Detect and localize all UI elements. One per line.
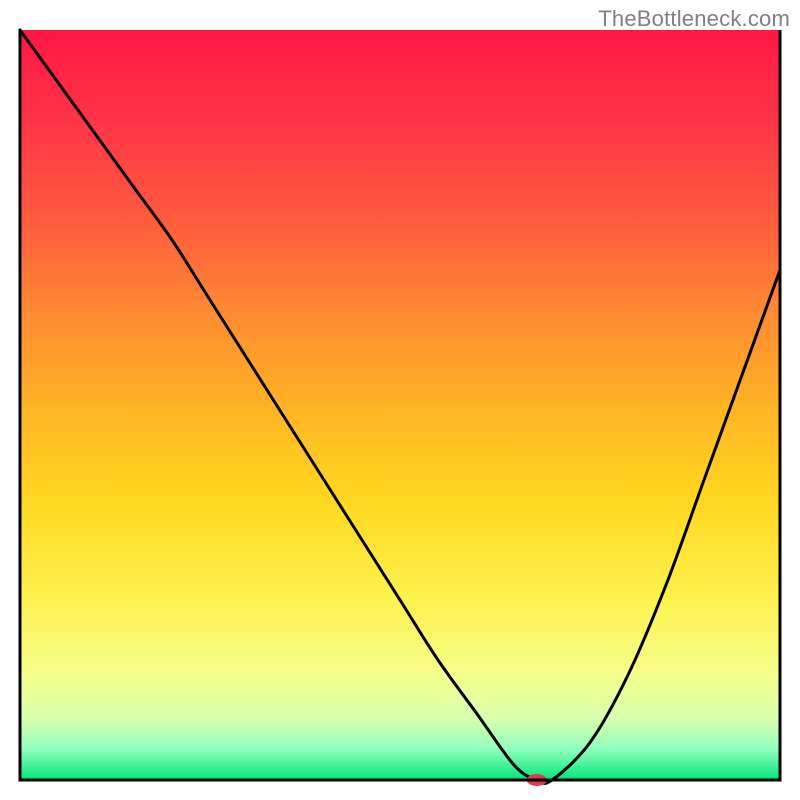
chart-background bbox=[20, 30, 780, 780]
bottleneck-chart: TheBottleneck.com bbox=[0, 0, 800, 800]
chart-svg bbox=[0, 0, 800, 800]
watermark-label: TheBottleneck.com bbox=[598, 6, 790, 32]
